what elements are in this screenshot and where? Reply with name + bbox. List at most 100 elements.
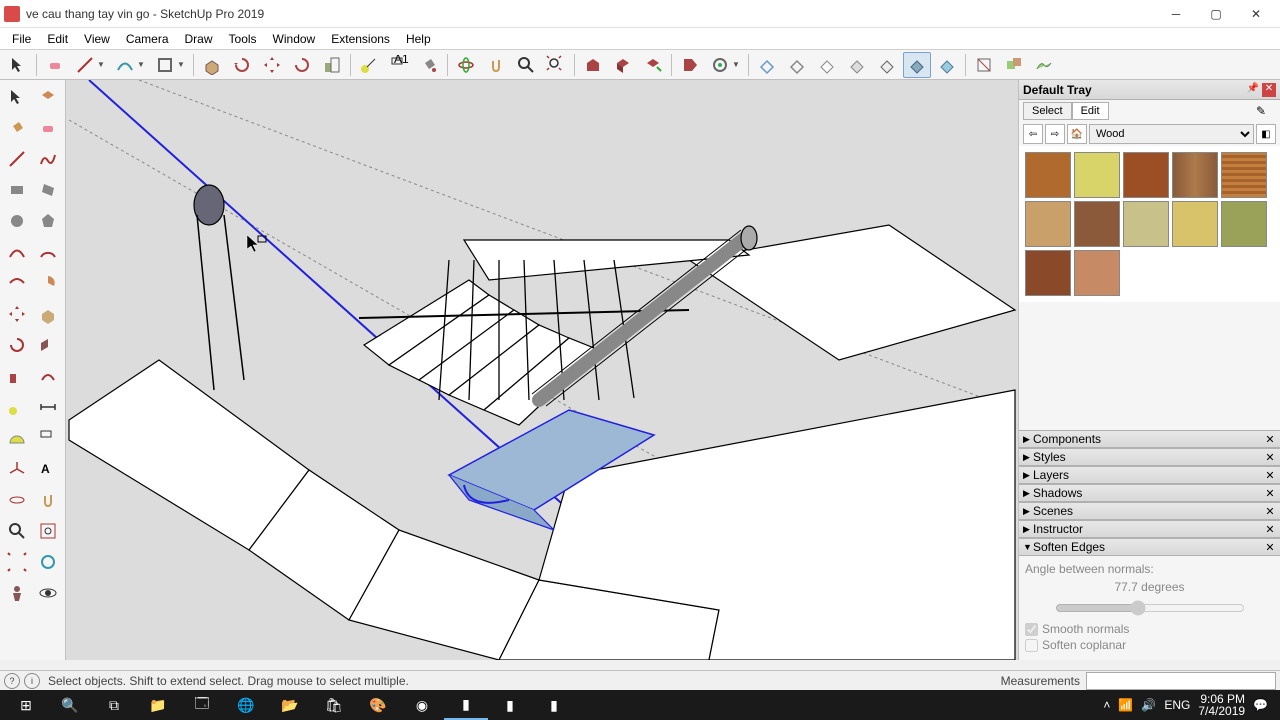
soften-coplanar-checkbox[interactable] [1025,639,1038,652]
3d-text-tool[interactable]: A [33,454,63,484]
swatch-wood-1[interactable] [1025,152,1071,198]
shape-tool[interactable]: ▼ [151,52,189,78]
offset-tool-left[interactable] [33,361,63,391]
materials-forward-button[interactable]: ⇨ [1045,124,1065,144]
materials-tab-edit[interactable]: Edit [1072,102,1109,120]
swatch-wood-5[interactable] [1221,152,1267,198]
follow-me-left[interactable] [33,330,63,360]
taskbar-store[interactable]: 🛍 [312,690,356,720]
task-view-button[interactable]: ⧉ [92,690,136,720]
materials-details-button[interactable]: ◧ [1256,124,1276,144]
menu-extensions[interactable]: Extensions [323,30,398,48]
taskbar-app-5[interactable]: ▮ [532,690,576,720]
offset-tool[interactable] [228,52,256,78]
solid-tools[interactable] [1000,52,1028,78]
move-tool-left[interactable] [2,299,32,329]
taskbar-app-1[interactable]: 📁 [136,690,180,720]
paint-tool-left[interactable] [2,113,32,143]
style5-tool[interactable] [873,52,901,78]
scale-tool-left[interactable] [2,361,32,391]
position-camera-tool[interactable] [2,578,32,608]
tray-pin-button[interactable]: 📌 [1246,83,1260,97]
zoom-extents-left[interactable] [2,547,32,577]
swatch-wood-11[interactable] [1025,250,1071,296]
swatch-wood-3[interactable] [1123,152,1169,198]
maximize-button[interactable]: ▢ [1196,1,1236,27]
make-component-tool[interactable] [33,82,63,112]
tag-tool[interactable] [676,52,704,78]
select-tool[interactable] [4,52,32,78]
panel-styles[interactable]: ▶Styles✕ [1019,448,1280,466]
taskbar-edge[interactable]: 🌐 [224,690,268,720]
line-tool-left[interactable] [2,144,32,174]
orbit-tool[interactable] [452,52,480,78]
select-tool-left[interactable] [2,82,32,112]
freehand-tool[interactable] [33,144,63,174]
rectangle-tool-left[interactable] [2,175,32,205]
menu-window[interactable]: Window [265,30,324,48]
soften-angle-slider[interactable] [1055,600,1245,616]
swatch-wood-12[interactable] [1074,250,1120,296]
menu-edit[interactable]: Edit [39,30,76,48]
dimension-tool[interactable] [33,392,63,422]
taskbar-app-2[interactable]: 🗔 [180,690,224,720]
panel-soften-edges[interactable]: ▼Soften Edges✕ [1019,538,1280,556]
menu-camera[interactable]: Camera [118,30,177,48]
2pt-arc-tool[interactable] [33,237,63,267]
axes-tool[interactable] [2,454,32,484]
panel-instructor[interactable]: ▶Instructor✕ [1019,520,1280,538]
eraser-tool[interactable] [41,52,69,78]
style6-tool[interactable] [903,52,931,78]
measurements-input[interactable] [1086,672,1276,690]
menu-tools[interactable]: Tools [221,30,265,48]
zoom-extents-tool[interactable] [542,52,570,78]
info-icon[interactable]: i [24,673,40,689]
style4-tool[interactable] [843,52,871,78]
zoom-tool-left[interactable] [2,516,32,546]
materials-tab-select[interactable]: Select [1023,102,1072,120]
panel-shadows[interactable]: ▶Shadows✕ [1019,484,1280,502]
scale-tool[interactable] [318,52,346,78]
text-tool-left[interactable] [33,423,63,453]
arc-tool[interactable]: ▼ [111,52,149,78]
style3-tool[interactable] [813,52,841,78]
tray-close-button[interactable]: ✕ [1262,83,1276,97]
taskbar-app-4[interactable]: ▮ [488,690,532,720]
panel-layers[interactable]: ▶Layers✕ [1019,466,1280,484]
swatch-wood-4[interactable] [1172,152,1218,198]
tray-clock[interactable]: 9:06 PM 7/4/2019 [1198,693,1245,717]
arc-tool-left[interactable] [2,237,32,267]
layers-dropdown[interactable]: ▼ [706,52,744,78]
taskbar-chrome[interactable]: ◉ [400,690,444,720]
tray-chevron-icon[interactable]: ˄ [1103,698,1110,712]
close-button[interactable]: ✕ [1236,1,1276,27]
section-plane-tool[interactable] [970,52,998,78]
text-tool[interactable]: A1 [385,52,413,78]
polygon-tool-left[interactable] [33,206,63,236]
zoom-window-tool[interactable] [33,516,63,546]
line-tool[interactable]: ▼ [71,52,109,78]
eraser-tool-left[interactable] [33,113,63,143]
style7-tool[interactable] [933,52,961,78]
swatch-wood-10[interactable] [1221,201,1267,247]
menu-help[interactable]: Help [398,30,439,48]
start-button[interactable]: ⊞ [4,690,48,720]
soften-smooth-checkbox[interactable] [1025,623,1038,636]
sandbox-tool[interactable] [1030,52,1058,78]
pie-tool[interactable] [33,268,63,298]
component-tool[interactable] [609,52,637,78]
create-material-button[interactable]: ✎ [1256,104,1276,118]
style1-tool[interactable] [753,52,781,78]
menu-file[interactable]: File [4,30,39,48]
panel-scenes[interactable]: ▶Scenes✕ [1019,502,1280,520]
search-button[interactable]: 🔍 [48,690,92,720]
follow-me-tool[interactable] [639,52,667,78]
rotate-tool-left[interactable] [2,330,32,360]
swatch-wood-9[interactable] [1172,201,1218,247]
panel-components[interactable]: ▶Components✕ [1019,430,1280,448]
tape-tool-left[interactable] [2,392,32,422]
tray-notifications-icon[interactable]: 💬 [1253,698,1268,712]
tray-network-icon[interactable]: 📶 [1118,698,1133,712]
push-pull-tool[interactable] [198,52,226,78]
3pt-arc-tool[interactable] [2,268,32,298]
